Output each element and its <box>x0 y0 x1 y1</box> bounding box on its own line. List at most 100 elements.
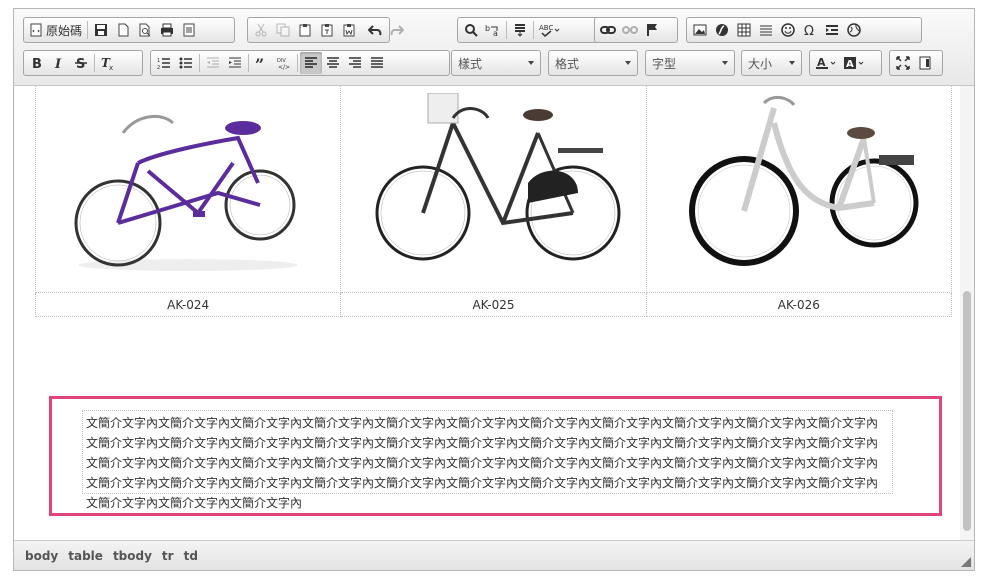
find-button[interactable] <box>460 19 482 41</box>
select-all-button[interactable] <box>509 19 531 41</box>
print-button[interactable] <box>156 19 178 41</box>
description-text[interactable]: 文簡介文字內文簡介文字內文簡介文字內文簡介文字內文簡介文字內文簡介文字內文簡介文… <box>82 410 893 510</box>
smiley-button[interactable] <box>777 19 799 41</box>
table-button[interactable] <box>733 19 755 41</box>
undo-button[interactable] <box>364 19 386 41</box>
text-color-icon: A <box>816 56 836 69</box>
path-item-table[interactable]: table <box>68 549 103 563</box>
insert-group: Ω <box>686 17 922 43</box>
resize-handle-icon[interactable] <box>961 557 971 567</box>
svg-text:”: ” <box>255 56 264 70</box>
redo-icon <box>390 25 404 36</box>
size-combo[interactable]: 大小 <box>741 50 802 76</box>
bulleted-list-button[interactable] <box>175 52 197 74</box>
chevron-down-icon <box>789 61 795 65</box>
page-break-button[interactable] <box>821 19 843 41</box>
colors-group: A A <box>809 50 882 76</box>
show-blocks-icon <box>919 56 931 70</box>
paste-text-button[interactable] <box>316 19 338 41</box>
link-button[interactable] <box>597 19 619 41</box>
scroll-thumb[interactable] <box>963 291 971 531</box>
product-image-cell[interactable] <box>34 86 342 293</box>
horizontal-rule-icon <box>760 25 772 36</box>
svg-text:2: 2 <box>157 65 160 70</box>
vertical-scrollbar[interactable] <box>960 86 974 540</box>
spellcheck-icon: ABC <box>539 24 560 37</box>
paste-word-button[interactable] <box>338 19 360 41</box>
remove-format-icon: Tx <box>101 56 113 70</box>
save-button[interactable] <box>90 19 112 41</box>
path-item-body[interactable]: body <box>25 549 58 563</box>
select-all-icon <box>515 24 525 37</box>
strike-button[interactable]: S <box>70 52 92 74</box>
numbered-list-button[interactable]: 12 <box>153 52 175 74</box>
flash-icon <box>716 24 728 36</box>
remove-format-button[interactable]: Tx <box>97 52 119 74</box>
chevron-down-icon <box>625 61 631 65</box>
basic-styles-group: B I S Tx <box>23 50 143 76</box>
svg-text:x: x <box>109 64 113 70</box>
create-div-button[interactable]: DIV </> <box>273 52 295 74</box>
templates-button[interactable] <box>178 19 200 41</box>
copy-button[interactable] <box>272 19 294 41</box>
replace-button[interactable]: ba <box>482 19 504 41</box>
smiley-icon <box>781 23 795 37</box>
element-path-bar: body table tbody tr td <box>14 540 974 570</box>
preview-button[interactable] <box>134 19 156 41</box>
iframe-button[interactable] <box>843 19 865 41</box>
flash-button[interactable] <box>711 19 733 41</box>
background-color-button[interactable]: A <box>840 52 868 74</box>
table-row: AK-024 AK-025 AK-026 <box>34 292 953 317</box>
special-char-button[interactable]: Ω <box>799 19 821 41</box>
styles-combo[interactable]: 樣式 <box>451 50 541 76</box>
path-item-tr[interactable]: tr <box>162 549 174 563</box>
path-item-tbody[interactable]: tbody <box>113 549 152 563</box>
align-left-button[interactable] <box>300 52 322 74</box>
unlink-icon <box>622 26 638 34</box>
indent-button[interactable] <box>224 52 246 74</box>
horizontal-rule-button[interactable] <box>755 19 777 41</box>
source-button[interactable]: 原始碼 <box>26 19 85 41</box>
svg-text:ABC: ABC <box>539 24 553 32</box>
product-image-cell[interactable] <box>645 86 953 293</box>
align-center-button[interactable] <box>322 52 344 74</box>
italic-button[interactable]: I <box>48 52 70 74</box>
new-page-button[interactable] <box>112 19 134 41</box>
image-icon <box>693 24 707 36</box>
redo-button[interactable] <box>386 19 408 41</box>
align-right-button[interactable] <box>344 52 366 74</box>
justify-button[interactable] <box>366 52 388 74</box>
separator <box>533 21 534 39</box>
paste-word-icon <box>343 24 355 37</box>
product-code[interactable]: AK-026 <box>645 292 953 317</box>
spellcheck-button[interactable]: ABC <box>536 19 564 41</box>
separator <box>94 54 95 72</box>
product-image-cell[interactable] <box>340 86 647 293</box>
preview-icon <box>139 23 151 37</box>
cut-button[interactable] <box>250 19 272 41</box>
product-code[interactable]: AK-025 <box>340 292 647 317</box>
blockquote-button[interactable]: ” <box>251 52 273 74</box>
print-icon <box>161 23 174 37</box>
format-combo[interactable]: 格式 <box>548 50 638 76</box>
bicycle-image-3 <box>688 95 919 266</box>
unlink-button[interactable] <box>619 19 641 41</box>
anchor-button[interactable] <box>641 19 663 41</box>
chevron-down-icon <box>528 61 534 65</box>
bold-button[interactable]: B <box>26 52 48 74</box>
paste-icon <box>299 24 311 37</box>
outdent-button[interactable] <box>202 52 224 74</box>
show-blocks-button[interactable] <box>914 52 936 74</box>
font-combo[interactable]: 字型 <box>645 50 735 76</box>
product-code[interactable]: AK-024 <box>34 292 342 317</box>
text-color-button[interactable]: A <box>812 52 840 74</box>
maximize-button[interactable] <box>892 52 914 74</box>
image-button[interactable] <box>689 19 711 41</box>
undo-icon <box>368 25 382 36</box>
bold-icon: B <box>32 57 42 70</box>
paste-button[interactable] <box>294 19 316 41</box>
bulleted-list-icon <box>179 57 192 69</box>
editor-content[interactable]: AK-024 AK-025 AK-026 文簡介文字內文簡介文字內文簡介文字內文… <box>14 86 960 540</box>
outdent-icon <box>207 57 219 68</box>
path-item-td[interactable]: td <box>184 549 198 563</box>
